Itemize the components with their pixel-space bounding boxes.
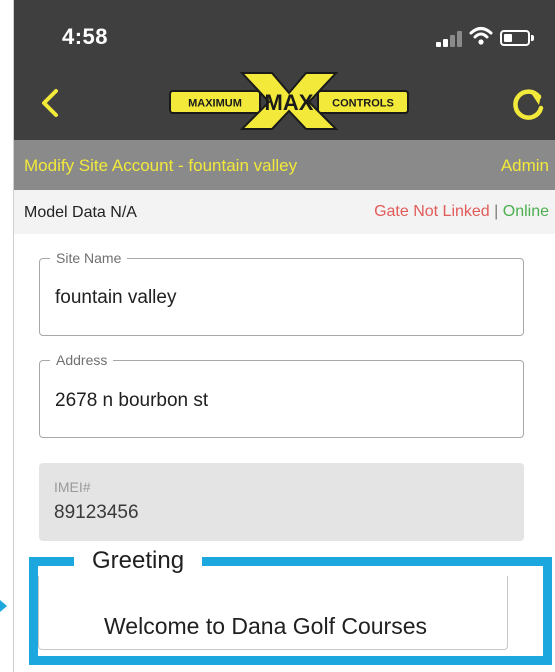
greeting-label: Greeting bbox=[74, 547, 203, 575]
logo-left-word: MAXIMUM bbox=[188, 98, 242, 110]
gate-status: Gate Not Linked | Online bbox=[374, 203, 549, 221]
site-name-value: fountain valley bbox=[55, 287, 177, 308]
wifi-icon bbox=[469, 27, 493, 45]
address-value: 2678 n bourbon st bbox=[55, 390, 209, 411]
status-separator: | bbox=[494, 203, 499, 220]
title-bar: Modify Site Account - fountain valley Ad… bbox=[14, 140, 555, 190]
maximum-controls-logo: MAXIMUM MAX CONTROLS bbox=[169, 72, 409, 130]
imei-value: 89123456 bbox=[54, 502, 139, 523]
greeting-highlight: Welcome to Dana Golf Courses Greeting bbox=[29, 547, 552, 665]
status-bar: 4:58 bbox=[14, 0, 555, 66]
imei-label: IMEI# bbox=[54, 479, 91, 495]
address-label: Address bbox=[50, 352, 114, 368]
status-time: 4:58 bbox=[62, 24, 109, 49]
role-badge: Admin bbox=[500, 156, 549, 175]
logo-right-word: CONTROLS bbox=[332, 98, 394, 110]
callout-arrow-icon bbox=[0, 600, 7, 612]
online-status: Online bbox=[502, 203, 549, 220]
refresh-icon[interactable] bbox=[508, 84, 548, 124]
chevron-left-icon[interactable] bbox=[36, 86, 66, 120]
greeting-field[interactable]: Welcome to Dana Golf Courses bbox=[38, 576, 508, 650]
logo-center-word: MAX bbox=[265, 90, 314, 115]
imei-field: IMEI# 89123456 bbox=[39, 463, 524, 541]
address-field[interactable]: Address 2678 n bourbon st bbox=[39, 352, 524, 438]
model-data-text: Model Data N/A bbox=[24, 204, 137, 221]
site-name-label: Site Name bbox=[50, 250, 128, 266]
site-name-field[interactable]: Site Name fountain valley bbox=[39, 250, 524, 336]
battery-icon bbox=[500, 30, 534, 46]
frame-left bbox=[0, 0, 14, 672]
app-header: MAXIMUM MAX CONTROLS bbox=[14, 66, 555, 140]
page-title: Modify Site Account - fountain valley bbox=[24, 156, 298, 175]
greeting-value: Welcome to Dana Golf Courses bbox=[104, 613, 427, 639]
site-info-row: Model Data N/A Gate Not Linked | Online bbox=[14, 190, 555, 234]
signal-icon bbox=[436, 31, 464, 47]
gate-linked-status: Gate Not Linked bbox=[374, 203, 490, 220]
